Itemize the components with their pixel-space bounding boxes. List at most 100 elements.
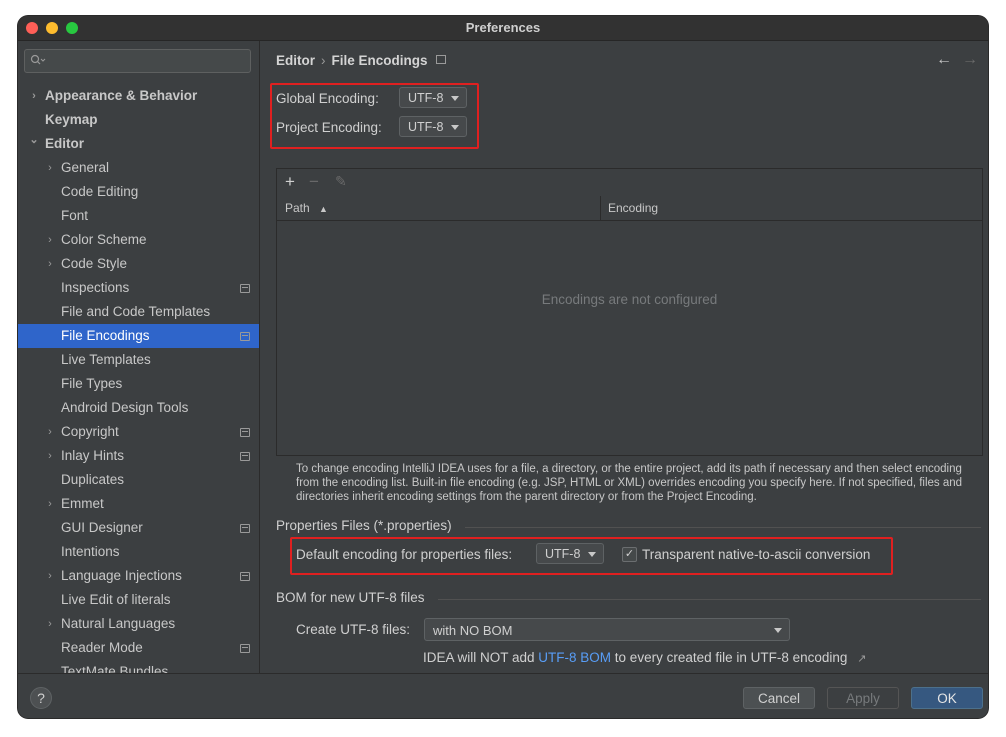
sidebar-item-emmet[interactable]: › Emmet [18,492,259,516]
global-encoding-select[interactable]: UTF-8 [399,87,467,108]
column-path-label: Path [285,201,310,215]
utf8-bom-link[interactable]: UTF-8 BOM [538,650,611,665]
sidebar-item-code-editing[interactable]: Code Editing [18,180,259,204]
chevron-down-icon [774,628,782,633]
sidebar-item-copyright[interactable]: › Copyright [18,420,259,444]
remove-icon[interactable]: − [309,172,319,192]
sidebar-item-label: Appearance & Behavior [45,88,198,103]
sidebar-item-editor[interactable]: ⌄ Editor [18,132,259,156]
sidebar-item-label: Code Style [61,256,128,271]
transparent-conversion-checkbox[interactable]: ✓ [622,547,637,562]
preferences-window: Preferences › Appearance & Behavior Keymap… [18,16,988,718]
sidebar-item-intentions[interactable]: Intentions [18,540,259,564]
settings-tree: › Appearance & Behavior Keymap ⌄ Editor › Gene… [18,84,259,673]
back-arrow-icon[interactable]: ← [936,51,952,69]
sidebar-item-natural-languages[interactable]: › Natural Languages [18,612,259,636]
sidebar-item-label: Reader Mode [61,640,143,655]
sidebar-item-label: File and Code Templates [61,304,211,319]
properties-default-encoding-label: Default encoding for properties files: [296,547,513,562]
project-encoding-select[interactable]: UTF-8 [399,116,467,137]
sidebar-item-file-and-code-templates[interactable]: File and Code Templates [18,300,259,324]
chevron-right-icon[interactable]: › [45,564,55,588]
sidebar-item-label: GUI Designer [61,520,143,535]
encoding-help-text: To change encoding IntelliJ IDEA uses fo… [296,463,963,503]
chevron-right-icon[interactable]: › [45,492,55,516]
sidebar-item-language-injections[interactable]: › Language Injections [18,564,259,588]
sidebar-item-color-scheme[interactable]: › Color Scheme [18,228,259,252]
sidebar-item-label: Copyright [61,424,119,439]
sidebar-item-appearance-behavior[interactable]: › Appearance & Behavior [18,84,259,108]
add-icon[interactable]: + [285,172,295,192]
search-icon [30,54,46,65]
column-header-path[interactable]: Path ▲ [285,196,328,220]
settings-search-input[interactable] [24,49,251,73]
settings-content: Editor › File Encodings ← → Global Encodin… [260,41,988,673]
sidebar-item-label: TextMate Bundles [61,664,169,673]
chevron-right-icon[interactable]: › [45,252,55,276]
sidebar-item-file-types[interactable]: File Types [18,372,259,396]
sidebar-item-label: General [61,160,110,175]
sidebar-item-live-templates[interactable]: Live Templates [18,348,259,372]
sidebar-item-general[interactable]: › General [18,156,259,180]
external-link-icon[interactable]: ↗ [857,653,866,665]
sidebar-item-label: Android Design Tools [61,400,189,415]
global-encoding-value: UTF-8 [408,91,444,105]
project-scope-icon [240,524,250,533]
column-header-encoding[interactable]: Encoding [608,196,658,220]
sidebar-item-reader-mode[interactable]: Reader Mode [18,636,259,660]
sidebar-item-code-style[interactable]: › Code Style [18,252,259,276]
sidebar-item-duplicates[interactable]: Duplicates [18,468,259,492]
sidebar-item-gui-designer[interactable]: GUI Designer [18,516,259,540]
sidebar-item-label: Inlay Hints [61,448,125,463]
chevron-down-icon[interactable]: ⌄ [29,128,39,152]
breadcrumb-parent[interactable]: Editor [276,53,315,68]
sidebar-item-label: Natural Languages [61,616,176,631]
chevron-right-icon[interactable]: › [45,612,55,636]
breadcrumb-separator: › [321,53,326,68]
project-scope-icon [240,644,250,653]
project-scope-icon [240,572,250,581]
sidebar-item-keymap[interactable]: Keymap [18,108,259,132]
chevron-right-icon[interactable]: › [45,420,55,444]
forward-arrow-icon[interactable]: → [962,51,978,69]
sidebar-item-inspections[interactable]: Inspections [18,276,259,300]
sidebar-item-font[interactable]: Font [18,204,259,228]
bom-select[interactable]: with NO BOM [424,618,790,641]
sort-ascending-icon: ▲ [319,204,328,214]
breadcrumb: Editor › File Encodings [276,53,446,68]
sidebar-item-label: File Encodings [61,328,150,343]
sidebar-item-label: Intentions [61,544,120,559]
table-header: Path ▲ Encoding [277,196,982,221]
bom-note-prefix: IDEA will NOT add [423,650,539,665]
sidebar-item-label: File Types [61,376,123,391]
transparent-conversion-label[interactable]: Transparent native-to-ascii conversion [642,547,870,562]
sidebar-item-label: Color Scheme [61,232,147,247]
sidebar-item-android-design-tools[interactable]: Android Design Tools [18,396,259,420]
sidebar-item-live-edit-of-literals[interactable]: Live Edit of literals [18,588,259,612]
chevron-right-icon[interactable]: › [29,84,39,108]
properties-encoding-select[interactable]: UTF-8 [536,543,604,564]
sidebar-item-label: Font [61,208,89,223]
encodings-table: + − ✎ Path ▲ Encoding Encodings are not … [276,168,983,456]
apply-button[interactable]: Apply [827,687,899,709]
chevron-down-icon [588,552,596,557]
column-divider [600,196,601,220]
project-scope-icon [240,284,250,293]
section-divider [438,599,981,600]
help-button[interactable]: ? [30,687,52,709]
bom-select-value: with NO BOM [433,623,513,638]
properties-section-title: Properties Files (*.properties) [276,518,452,533]
sidebar-item-textmate-bundles[interactable]: TextMate Bundles [18,660,259,673]
project-scope-icon [435,55,446,64]
sidebar-item-file-encodings[interactable]: File Encodings [18,324,259,348]
cancel-button[interactable]: Cancel [743,687,815,709]
ok-button[interactable]: OK [911,687,983,709]
edit-icon[interactable]: ✎ [335,173,347,190]
project-scope-icon [240,452,250,461]
sidebar-item-inlay-hints[interactable]: › Inlay Hints [18,444,259,468]
sidebar-item-label: Inspections [61,280,130,295]
global-encoding-label: Global Encoding: [276,91,379,106]
chevron-right-icon[interactable]: › [45,156,55,180]
chevron-right-icon[interactable]: › [45,228,55,252]
chevron-right-icon[interactable]: › [45,444,55,468]
